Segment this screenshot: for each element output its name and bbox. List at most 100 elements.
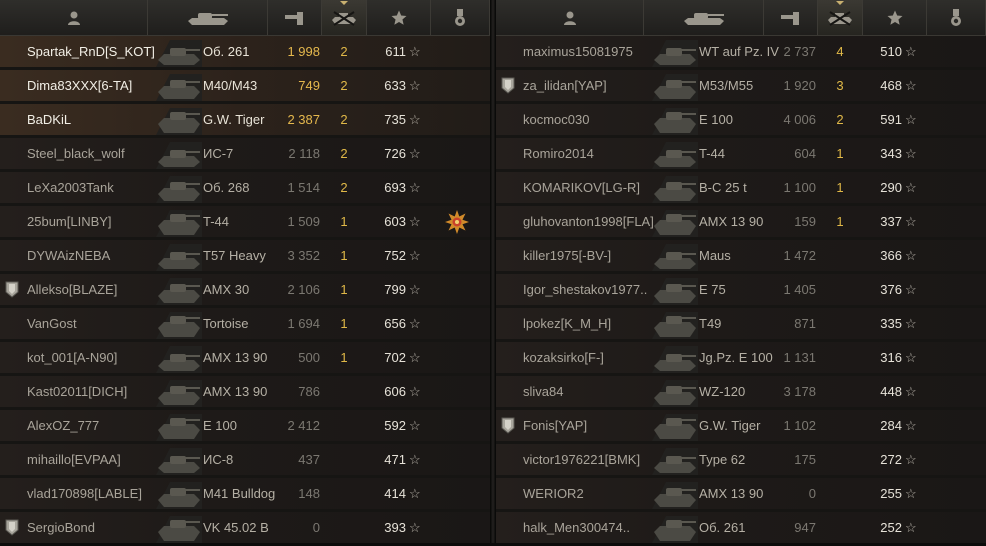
player-row[interactable]: BaDKiL G.W. Tiger 2 387 2 735 ☆ [0, 104, 490, 135]
player-row[interactable]: halk_Men300474.. Об. 261 947 252 ☆ [496, 512, 986, 543]
player-name[interactable]: maximus15081975 [523, 36, 633, 67]
experience-star-icon [390, 9, 408, 27]
player-name[interactable]: BaDKiL [27, 104, 71, 135]
tank-silhouette-icon [646, 410, 698, 441]
experience-star-icon: ☆ [409, 112, 421, 127]
player-name[interactable]: VanGost [27, 308, 77, 339]
player-row[interactable]: Fonis[YAP] G.W. Tiger 1 102 284 ☆ [496, 410, 986, 441]
damage-value: 437 [298, 452, 320, 467]
tank-name: ИС-7 [203, 146, 234, 161]
damage-value: 1 102 [783, 418, 816, 433]
player-row[interactable]: Igor_shestakov1977.. E 75 1 405 376 ☆ [496, 274, 986, 305]
player-row[interactable]: DYWAizNEBA T57 Heavy 3 352 1 752 ☆ [0, 240, 490, 271]
sort-frags-button[interactable] [818, 0, 863, 35]
player-row[interactable]: Spartak_RnD[S_KOT] Об. 261 1 998 2 611 ☆ [0, 36, 490, 67]
player-name[interactable]: WERIOR2 [523, 478, 584, 509]
tank-name: M41 Bulldog [203, 486, 276, 501]
tank-icon [186, 10, 230, 26]
player-name[interactable]: sliva84 [523, 376, 563, 407]
player-name[interactable]: Kast02011[DICH] [27, 376, 127, 407]
sort-damage-button[interactable] [764, 0, 818, 35]
player-name[interactable]: Steel_black_wolf [27, 138, 125, 169]
experience-star-icon: ☆ [905, 78, 917, 93]
sort-player-button[interactable] [496, 0, 644, 35]
damage-value: 1 100 [783, 180, 816, 195]
player-icon [66, 10, 82, 26]
player-name[interactable]: lpokez[K_M_H] [523, 308, 611, 339]
player-row[interactable]: Romiro2014 T-44 604 1 343 ☆ [496, 138, 986, 169]
sort-damage-button[interactable] [268, 0, 322, 35]
player-name[interactable]: DYWAizNEBA [27, 240, 110, 271]
player-name[interactable]: victor1976221[BMK] [523, 444, 640, 475]
player-row[interactable]: SergioBond VK 45.02 B 0 393 ☆ [0, 512, 490, 543]
player-row[interactable]: WERIOR2 AMX 13 90 0 255 ☆ [496, 478, 986, 509]
experience-value: 735 [384, 112, 406, 127]
experience-value: 414 [384, 486, 406, 501]
frags-value: 3 [836, 78, 844, 93]
player-row[interactable]: VanGost Tortoise 1 694 1 656 ☆ [0, 308, 490, 339]
sort-achievement-button[interactable] [927, 0, 986, 35]
player-row[interactable]: lpokez[K_M_H] T49 871 335 ☆ [496, 308, 986, 339]
player-name[interactable]: AlexOZ_777 [27, 410, 99, 441]
player-name[interactable]: KOMARIKOV[LG-R] [523, 172, 640, 203]
player-row[interactable]: kocmoc030 E 100 4 006 2 591 ☆ [496, 104, 986, 135]
damage-value: 749 [298, 78, 320, 93]
player-row[interactable]: Steel_black_wolf ИС-7 2 118 2 726 ☆ [0, 138, 490, 169]
sort-experience-star-button[interactable] [863, 0, 927, 35]
player-name[interactable]: vlad170898[LABLE] [27, 478, 142, 509]
player-name[interactable]: LeXa2003Tank [27, 172, 114, 203]
sort-tank-button[interactable] [148, 0, 268, 35]
player-name[interactable]: killer1975[-BV-] [523, 240, 611, 271]
player-row[interactable]: Kast02011[DICH] AMX 13 90 786 606 ☆ [0, 376, 490, 407]
player-name[interactable]: Allekso[BLAZE] [27, 274, 117, 305]
player-row[interactable]: sliva84 WZ-120 3 178 448 ☆ [496, 376, 986, 407]
player-row[interactable]: kot_001[A-N90] AMX 13 90 500 1 702 ☆ [0, 342, 490, 373]
player-row[interactable]: vlad170898[LABLE] M41 Bulldog 148 414 ☆ [0, 478, 490, 509]
player-name[interactable]: Fonis[YAP] [523, 410, 587, 441]
frags-value: 4 [836, 44, 844, 59]
experience-value: 591 [880, 112, 902, 127]
player-row[interactable]: KOMARIKOV[LG-R] B-C 25 t 1 100 1 290 ☆ [496, 172, 986, 203]
player-name[interactable]: za_ilidan[YAP] [523, 70, 607, 101]
player-name[interactable]: gluhovanton1998[FLA] [523, 206, 654, 237]
player-row[interactable]: victor1976221[BMK] Type 62 175 272 ☆ [496, 444, 986, 475]
sort-achievement-button[interactable] [431, 0, 490, 35]
player-row[interactable]: mihaillo[EVPAA] ИС-8 437 471 ☆ [0, 444, 490, 475]
tank-name: T57 Heavy [203, 248, 266, 263]
experience-star-icon: ☆ [409, 180, 421, 195]
frags-value: 2 [340, 44, 348, 59]
tank-silhouette-icon [150, 512, 202, 543]
player-row[interactable]: kozaksirko[F-] Jg.Pz. E 100 1 131 316 ☆ [496, 342, 986, 373]
player-row[interactable]: Dima83XXX[6-TA] M40/M43 749 2 633 ☆ [0, 70, 490, 101]
player-row[interactable]: maximus15081975 WT auf Pz. IV 2 737 4 510 ☆ [496, 36, 986, 67]
frags-value: 2 [836, 112, 844, 127]
player-row[interactable]: Allekso[BLAZE] AMX 30 2 106 1 799 ☆ [0, 274, 490, 305]
tank-name: G.W. Tiger [203, 112, 265, 127]
player-row[interactable]: AlexOZ_777 E 100 2 412 592 ☆ [0, 410, 490, 441]
sort-tank-button[interactable] [644, 0, 764, 35]
player-name[interactable]: Spartak_RnD[S_KOT] [27, 36, 155, 67]
player-row[interactable]: gluhovanton1998[FLA] AMX 13 90 159 1 337 ☆ [496, 206, 986, 237]
player-name[interactable]: 25bum[LINBY] [27, 206, 112, 237]
player-name[interactable]: halk_Men300474.. [523, 512, 630, 543]
player-name[interactable]: SergioBond [27, 512, 95, 543]
player-name[interactable]: Dima83XXX[6-TA] [27, 70, 132, 101]
sort-player-button[interactable] [0, 0, 148, 35]
sort-frags-button[interactable] [322, 0, 367, 35]
player-name[interactable]: Romiro2014 [523, 138, 594, 169]
player-row[interactable]: LeXa2003Tank Об. 268 1 514 2 693 ☆ [0, 172, 490, 203]
tank-name: ИС-8 [203, 452, 234, 467]
player-row[interactable]: 25bum[LINBY] T-44 1 509 1 603 ☆ [0, 206, 490, 237]
player-name[interactable]: Igor_shestakov1977.. [523, 274, 647, 305]
experience-star-icon: ☆ [905, 44, 917, 59]
player-row[interactable]: za_ilidan[YAP] M53/M55 1 920 3 468 ☆ [496, 70, 986, 101]
sort-experience-star-button[interactable] [367, 0, 431, 35]
player-row[interactable]: killer1975[-BV-] Maus 1 472 366 ☆ [496, 240, 986, 271]
experience-value: 272 [880, 452, 902, 467]
player-name[interactable]: kot_001[A-N90] [27, 342, 117, 373]
player-name[interactable]: mihaillo[EVPAA] [27, 444, 121, 475]
medal-icon[interactable] [444, 209, 470, 235]
player-name[interactable]: kozaksirko[F-] [523, 342, 604, 373]
tank-silhouette-icon [150, 36, 202, 67]
player-name[interactable]: kocmoc030 [523, 104, 589, 135]
